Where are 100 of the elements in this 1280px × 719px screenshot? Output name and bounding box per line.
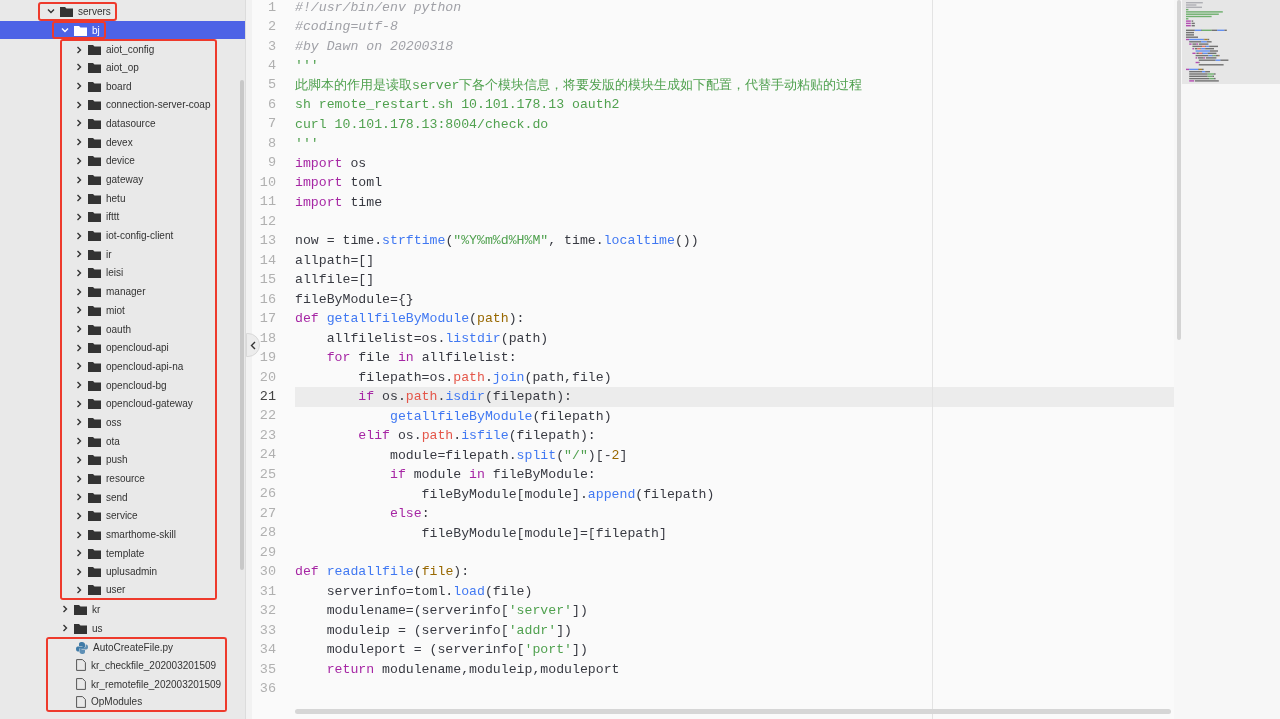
tree-row[interactable]: aiot_config [60, 39, 217, 59]
chevron-right-icon[interactable] [75, 212, 83, 221]
chevron-right-icon[interactable] [75, 549, 83, 558]
chevron-right-icon[interactable] [75, 530, 83, 539]
chevron-right-icon[interactable] [75, 455, 83, 464]
chevron-right-icon[interactable] [75, 585, 83, 594]
folder-name[interactable]: opencloud-api-na [106, 358, 184, 374]
tree-row[interactable]: devex [60, 132, 217, 152]
chevron-right-icon[interactable] [75, 306, 83, 315]
file-name[interactable]: kr_checkfile_202003201509 [91, 657, 217, 673]
chevron-right-icon[interactable] [75, 82, 83, 91]
folder-name[interactable]: template [106, 545, 145, 561]
chevron-right-icon[interactable] [61, 624, 69, 633]
tree-row[interactable]: user [60, 581, 217, 600]
chevron-right-icon[interactable] [75, 399, 83, 408]
tree-row[interactable]: iot-config-client [60, 226, 217, 245]
chevron-right-icon[interactable] [75, 325, 83, 334]
tree-row[interactable]: kr_remotefile_202003201509 [46, 674, 228, 694]
folder-name[interactable]: service [106, 508, 138, 524]
tree-row[interactable]: board [60, 76, 217, 96]
tree-row[interactable]: resource [60, 469, 217, 488]
tree-row[interactable]: opencloud-api [60, 338, 217, 358]
tree-row[interactable]: opencloud-api-na [60, 357, 217, 376]
folder-name[interactable]: connection-server-coap [106, 97, 211, 113]
tree-row[interactable]: gateway [60, 170, 217, 189]
tree-row[interactable]: device [60, 151, 217, 171]
folder-name[interactable]: bj [92, 22, 100, 38]
tree-row[interactable]: manager [60, 282, 217, 301]
folder-name[interactable]: smarthome-skill [106, 527, 176, 543]
chevron-right-icon[interactable] [75, 119, 83, 128]
tree-row[interactable]: opencloud-gateway [60, 394, 217, 414]
folder-name[interactable]: opencloud-gateway [106, 396, 193, 412]
folder-name[interactable]: board [106, 78, 132, 94]
tree-row[interactable]: uplusadmin [60, 562, 217, 582]
chevron-right-icon[interactable] [75, 362, 83, 371]
folder-name[interactable]: ifttt [106, 209, 120, 225]
folder-name[interactable]: gateway [106, 172, 144, 188]
chevron-right-icon[interactable] [75, 63, 83, 72]
folder-name[interactable]: leisi [106, 265, 124, 281]
tree-row[interactable]: hetu [60, 188, 217, 208]
chevron-right-icon[interactable] [75, 268, 83, 277]
chevron-right-icon[interactable] [61, 605, 69, 614]
chevron-down-icon[interactable] [61, 26, 69, 35]
chevron-right-icon[interactable] [75, 418, 83, 427]
folder-name[interactable]: device [106, 153, 135, 169]
folder-name[interactable]: oauth [106, 321, 132, 337]
chevron-right-icon[interactable] [75, 138, 83, 147]
tree-row[interactable]: template [60, 543, 217, 563]
chevron-right-icon[interactable] [75, 231, 83, 240]
chevron-right-icon[interactable] [75, 493, 83, 502]
chevron-right-icon[interactable] [75, 156, 83, 165]
tree-row[interactable]: servers [0, 2, 245, 21]
tree-row[interactable]: opencloud-bg [60, 375, 217, 395]
tree-row[interactable]: ota [60, 431, 217, 451]
folder-name[interactable]: send [106, 489, 128, 505]
chevron-right-icon[interactable] [75, 250, 83, 259]
chevron-right-icon[interactable] [75, 567, 83, 576]
scrollbar-thumb[interactable] [1177, 0, 1181, 340]
folder-name[interactable]: aiot_op [106, 59, 139, 75]
tree-row[interactable]: kr [0, 600, 245, 619]
folder-name[interactable]: oss [106, 414, 122, 430]
tree-row[interactable]: aiot_op [60, 58, 217, 77]
chevron-right-icon[interactable] [75, 474, 83, 483]
chevron-right-icon[interactable] [75, 381, 83, 390]
tree-row[interactable]: smarthome-skill [60, 525, 217, 544]
chevron-right-icon[interactable] [75, 287, 83, 296]
folder-name[interactable]: kr [92, 601, 101, 617]
chevron-right-icon[interactable] [75, 175, 83, 184]
tree-row[interactable]: oss [60, 413, 217, 432]
folder-name[interactable]: us [92, 620, 103, 636]
chevron-down-icon[interactable] [47, 7, 55, 16]
tree-row[interactable]: oauth [60, 319, 217, 339]
tree-row[interactable]: AutoCreateFile.py [46, 637, 228, 657]
folder-name[interactable]: iot-config-client [106, 228, 174, 244]
tree-row[interactable]: datasource [60, 114, 217, 133]
tree-row[interactable]: ifttt [60, 207, 217, 227]
tree-row[interactable]: OpModules [46, 693, 228, 713]
folder-name[interactable]: miot [106, 302, 125, 318]
folder-name[interactable]: datasource [106, 115, 156, 131]
scrollbar-thumb[interactable] [295, 709, 1171, 714]
tree-row[interactable]: kr_checkfile_202003201509 [46, 656, 228, 675]
chevron-right-icon[interactable] [75, 343, 83, 352]
chevron-right-icon[interactable] [75, 100, 83, 109]
tree-row[interactable]: bj [0, 20, 245, 40]
tree-row[interactable]: leisi [60, 263, 217, 283]
tree-row[interactable]: send [60, 487, 217, 507]
tree-row[interactable]: push [60, 450, 217, 470]
folder-name[interactable]: user [106, 582, 126, 598]
folder-name[interactable]: opencloud-bg [106, 377, 167, 393]
folder-name[interactable]: uplusadmin [106, 564, 158, 580]
chevron-right-icon[interactable] [75, 511, 83, 520]
folder-name[interactable]: opencloud-api [106, 340, 169, 356]
chevron-right-icon[interactable] [75, 437, 83, 446]
chevron-right-icon[interactable] [75, 45, 83, 54]
tree-row[interactable]: miot [60, 301, 217, 320]
tree-row[interactable]: ir [60, 244, 217, 264]
folder-name[interactable]: devex [106, 134, 133, 150]
folder-name[interactable]: manager [106, 284, 146, 300]
folder-name[interactable]: ir [106, 246, 112, 262]
tree-row[interactable]: us [0, 618, 245, 638]
